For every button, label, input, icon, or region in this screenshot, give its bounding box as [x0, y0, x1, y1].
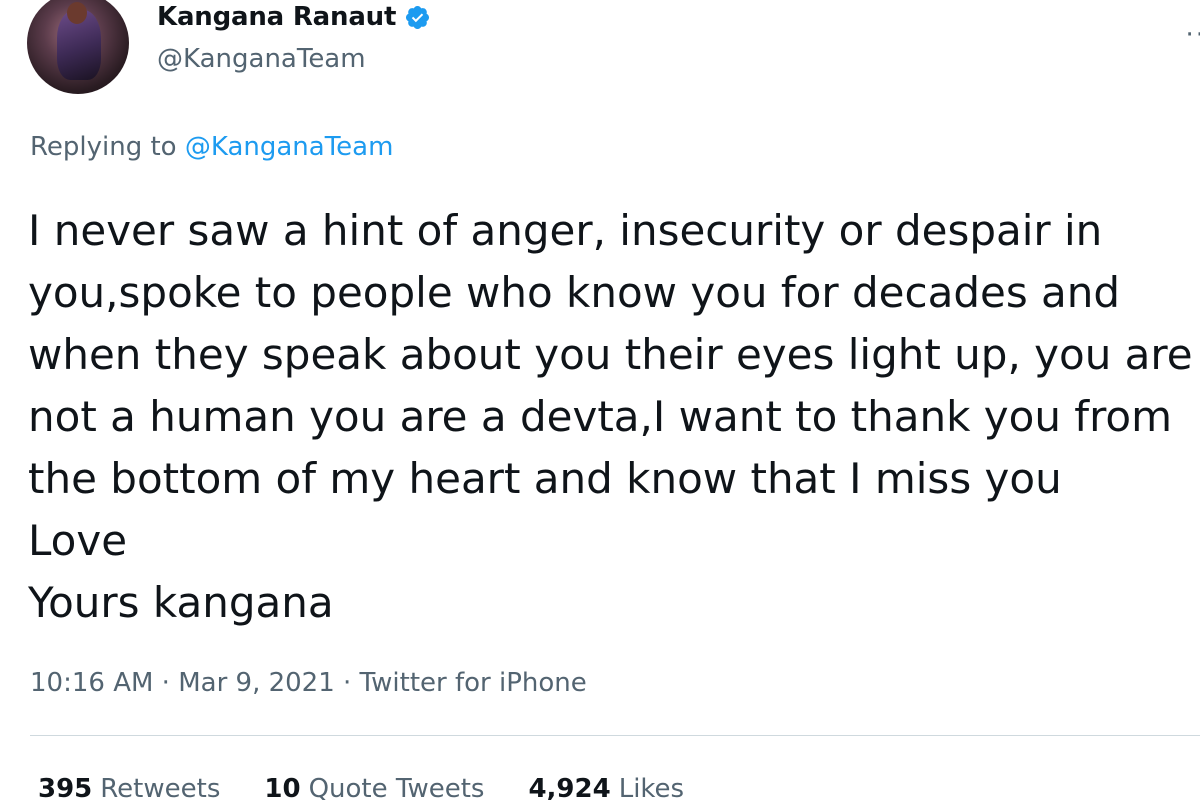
replying-to-prefix: Replying to [30, 132, 177, 162]
tweet-card: Kangana Ranaut @KanganaTeam ·· Replying … [0, 0, 1200, 800]
avatar-head [67, 2, 87, 24]
quote-tweets-stat[interactable]: 10 Quote Tweets [264, 774, 484, 800]
author-name-row: Kangana Ranaut [157, 2, 431, 32]
quote-tweets-label: Quote Tweets [308, 774, 485, 800]
tweet-text: I never saw a hint of anger, insecurity … [28, 206, 1193, 627]
engagement-stats: 395 Retweets 10 Quote Tweets 4,924 Likes [38, 774, 684, 800]
likes-count: 4,924 [528, 774, 611, 800]
likes-stat[interactable]: 4,924 Likes [528, 774, 684, 800]
tweet-timestamp-source[interactable]: 10:16 AM · Mar 9, 2021 · Twitter for iPh… [30, 668, 587, 698]
author-handle[interactable]: @KanganaTeam [157, 44, 366, 74]
replying-to-line: Replying to @KanganaTeam [30, 132, 393, 162]
author-display-name[interactable]: Kangana Ranaut [157, 2, 396, 32]
retweets-stat[interactable]: 395 Retweets [38, 774, 220, 800]
retweets-count: 395 [38, 774, 93, 800]
divider [30, 735, 1200, 736]
quote-tweets-count: 10 [264, 774, 301, 800]
retweets-label: Retweets [100, 774, 221, 800]
replying-to-mention[interactable]: @KanganaTeam [185, 132, 394, 162]
more-options-icon[interactable]: ·· [1185, 20, 1200, 50]
avatar[interactable] [27, 0, 129, 94]
verified-badge-icon [406, 5, 430, 29]
likes-label: Likes [618, 774, 685, 800]
